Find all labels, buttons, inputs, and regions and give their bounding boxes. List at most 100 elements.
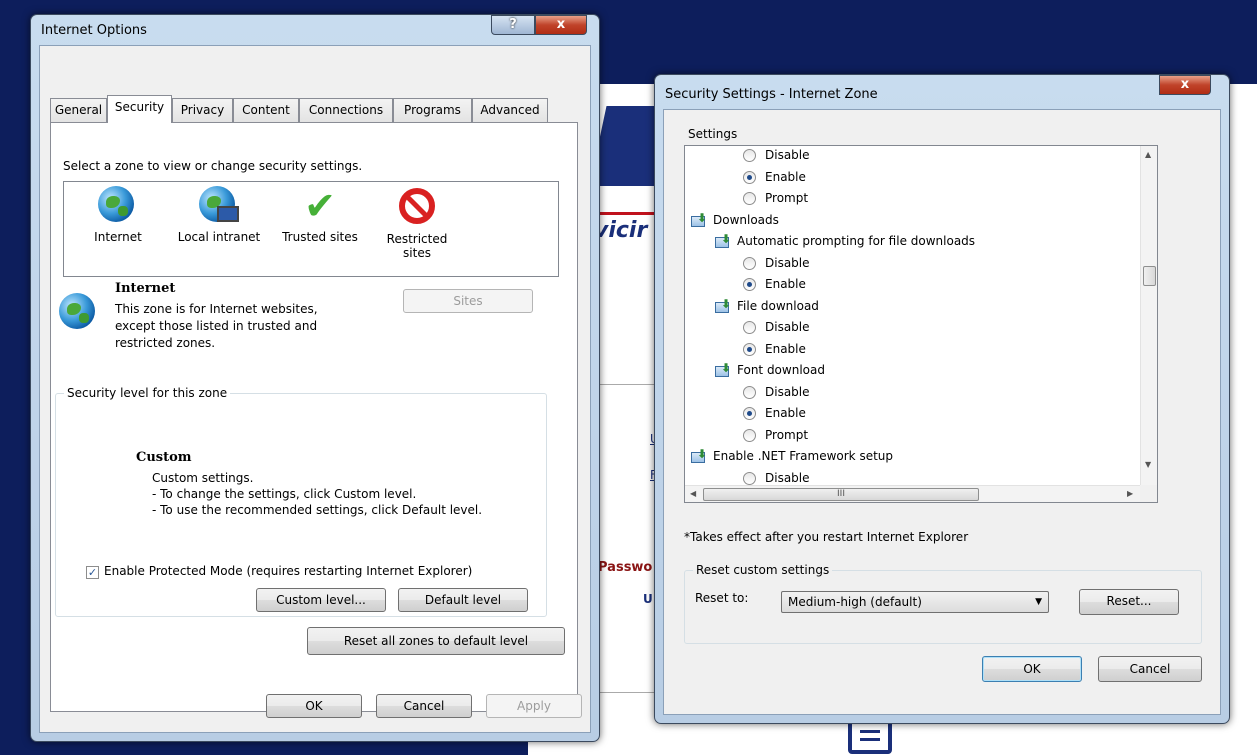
horizontal-scrollbar[interactable]: ◀ III ▶ (685, 485, 1142, 502)
settings-icon: ⬇ (715, 297, 731, 313)
tab-general[interactable]: General (50, 98, 107, 122)
globe-icon (98, 186, 134, 222)
option-label: Downloads (713, 212, 779, 227)
globe-icon (59, 293, 95, 329)
option-label: Enable (765, 277, 806, 291)
group-label: Security level for this zone (64, 386, 231, 400)
password-label: Passwo (598, 560, 653, 575)
reset-button[interactable]: Reset... (1079, 589, 1179, 615)
reset-all-zones-button[interactable]: Reset all zones to default level (307, 627, 565, 655)
settings-icon: ⬇ (715, 361, 731, 377)
zone-trusted-sites[interactable]: ✔ Trusted sites (270, 186, 370, 244)
security-settings-window: Security Settings - Internet Zone x Sett… (654, 74, 1230, 724)
zone-local-intranet[interactable]: Local intranet (164, 186, 274, 244)
scroll-down-icon[interactable]: ▼ (1145, 460, 1151, 469)
default-level-button[interactable]: Default level (398, 588, 528, 612)
restart-note: *Takes effect after you restart Internet… (684, 530, 969, 544)
protected-mode-checkbox[interactable]: ✓ (86, 566, 99, 579)
option-label: Enable .NET Framework setup (713, 449, 894, 463)
dialog-client-area: General Security Privacy Content Connect… (39, 45, 591, 733)
scroll-thumb[interactable]: III (703, 488, 979, 501)
ok-button[interactable]: OK (982, 656, 1082, 682)
option-label: Font download (737, 363, 825, 377)
settings-icon: ⬇ (691, 211, 707, 227)
divider (598, 384, 658, 385)
close-icon: x (1180, 77, 1190, 92)
scroll-up-icon[interactable]: ▲ (1145, 150, 1151, 159)
tab-privacy[interactable]: Privacy (172, 98, 233, 122)
ok-button[interactable]: OK (266, 694, 362, 718)
option-label: Disable (765, 320, 810, 334)
radio-icon[interactable] (743, 321, 756, 334)
tab-advanced[interactable]: Advanced (472, 98, 548, 122)
radio-icon[interactable] (743, 149, 756, 162)
settings-icon: ⬇ (715, 232, 731, 248)
option-label: Disable (765, 384, 810, 399)
zone-label: Trusted sites (282, 230, 358, 244)
chevron-down-icon: ▼ (1035, 597, 1042, 607)
zone-label: Restricted sites (386, 232, 448, 260)
grip-text: III (837, 489, 845, 499)
tab-programs[interactable]: Programs (393, 98, 472, 122)
zone-internet[interactable]: Internet (78, 186, 158, 244)
scroll-corner (1140, 485, 1157, 502)
option-label: Automatic prompting for file downloads (737, 234, 976, 248)
zone-list: Internet Local intranet ✔ Trusted sites … (63, 181, 559, 277)
scroll-right-icon[interactable]: ▶ (1127, 489, 1133, 498)
radio-icon[interactable] (743, 385, 756, 399)
reset-to-dropdown[interactable]: Medium-high (default) ▼ (781, 591, 1049, 613)
close-button[interactable]: x (1159, 75, 1211, 95)
radio-selected-icon[interactable] (743, 407, 756, 420)
window-title: Security Settings - Internet Zone (665, 87, 878, 102)
cancel-button[interactable]: Cancel (376, 694, 472, 718)
option-label: Enable (765, 406, 806, 420)
option-label: File download (737, 298, 819, 313)
reset-to-value: Medium-high (default) (788, 595, 922, 609)
title-bar[interactable]: Internet Options ? x (31, 15, 599, 45)
group-label: Reset custom settings (693, 563, 833, 577)
selected-zone-name: Internet (115, 281, 176, 296)
sites-button[interactable]: Sites (403, 289, 533, 313)
tab-content[interactable]: Content (233, 98, 299, 122)
scroll-left-icon[interactable]: ◀ (690, 489, 696, 498)
radio-icon[interactable] (743, 256, 756, 270)
help-button[interactable]: ? (491, 15, 535, 35)
zone-restricted-sites[interactable]: Restricted sites (372, 186, 462, 260)
option-label: Prompt (765, 191, 809, 205)
tab-connections[interactable]: Connections (299, 98, 393, 122)
zone-label: Local intranet (177, 230, 261, 244)
settings-tree[interactable]: Disable Enable Prompt ⬇ Downloads ⬇ Automatic … (684, 145, 1158, 503)
tab-security[interactable]: Security (107, 95, 172, 123)
radio-icon[interactable] (743, 428, 756, 442)
vertical-scrollbar[interactable]: ▲ ▼ (1140, 146, 1157, 486)
apply-button[interactable]: Apply (486, 694, 582, 718)
logo-underline (594, 212, 654, 215)
security-tab-panel: Select a zone to view or change security… (50, 122, 578, 712)
security-level-description: Custom settings. - To change the setting… (152, 470, 482, 518)
option-label: Disable (765, 148, 810, 162)
scroll-thumb[interactable] (1143, 266, 1156, 286)
radio-selected-icon[interactable] (743, 278, 756, 291)
radio-selected-icon[interactable] (743, 342, 756, 356)
selected-zone-icon (59, 293, 95, 329)
custom-level-button[interactable]: Custom level... (256, 588, 386, 612)
intranet-icon (199, 186, 239, 226)
level-line: Custom settings. (152, 471, 254, 485)
title-bar[interactable]: Security Settings - Internet Zone x (655, 75, 1229, 105)
divider (598, 692, 658, 693)
site-tagline: vicir (594, 218, 648, 243)
security-level-group: Security level for this zone Custom Cust… (55, 386, 547, 617)
user-label: U (643, 592, 653, 606)
restricted-icon (399, 188, 435, 224)
radio-icon[interactable] (743, 192, 756, 205)
zone-prompt: Select a zone to view or change security… (63, 159, 363, 173)
option-label: Prompt (765, 427, 809, 442)
level-line: - To use the recommended settings, click… (152, 503, 483, 517)
dialog-client-area: Settings Disable Enable Prompt ⬇ Downloads ⬇ A… (663, 109, 1221, 715)
radio-icon[interactable] (743, 471, 756, 485)
close-button[interactable]: x (535, 15, 587, 35)
internet-options-window: Internet Options ? x General Security Pr… (30, 14, 600, 742)
protected-mode-label[interactable]: Enable Protected Mode (requires restarti… (104, 564, 472, 578)
cancel-button[interactable]: Cancel (1098, 656, 1202, 682)
radio-selected-icon[interactable] (743, 170, 756, 184)
